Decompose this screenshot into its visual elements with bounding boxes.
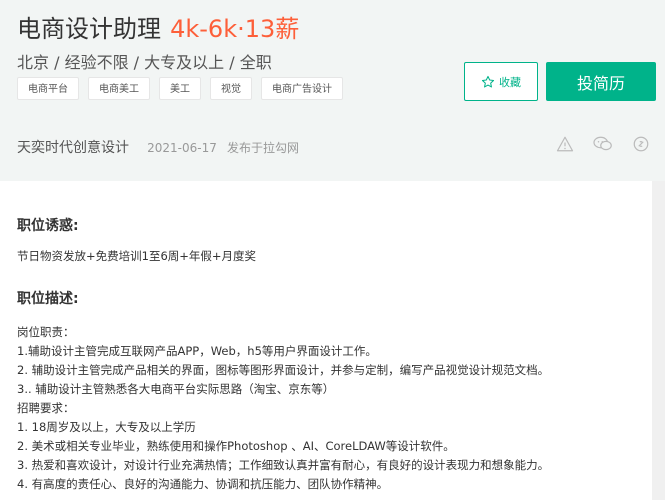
wechat-icon[interactable]	[592, 135, 614, 153]
job-tag[interactable]: 电商广告设计	[261, 77, 343, 100]
collect-label: 收藏	[499, 75, 521, 89]
benefits-heading: 职位诱惑:	[17, 218, 79, 234]
warning-icon[interactable]	[556, 135, 574, 153]
description-line: 4. 有高度的责任心、良好的沟通能力、协调和抗压能力、团队协作精神。	[17, 477, 389, 491]
publish-source: 发布于拉勾网	[227, 141, 300, 155]
description-line: 3. 热爱和喜欢设计，对设计行业充满热情；工作细致认真并富有耐心，有良好的设计表…	[17, 458, 550, 472]
job-tag[interactable]: 视觉	[210, 77, 252, 100]
link-icon[interactable]	[632, 135, 650, 153]
publish-date: 2021-06-17	[147, 141, 217, 155]
title-row: 电商设计助理 4k-6k·13薪	[17, 9, 299, 44]
job-salary: 4k-6k·13薪	[170, 15, 300, 43]
job-title: 电商设计助理	[17, 15, 161, 43]
description-line: 1.辅助设计主管完成互联网产品APP，Web，h5等用户界面设计工作。	[17, 344, 377, 358]
job-tag[interactable]: 电商平台	[17, 77, 79, 100]
description-line: 2. 辅助设计主管完成产品相关的界面，图标等图形界面设计，并参与定制，编写产品视…	[17, 363, 550, 377]
description-line: 招聘要求：	[17, 401, 75, 415]
share-icons	[556, 135, 650, 153]
star-icon	[481, 75, 495, 87]
job-tag[interactable]: 美工	[159, 77, 201, 100]
job-header: 电商设计助理 4k-6k·13薪 北京 / 经验不限 / 大专及以上 / 全职 …	[0, 0, 665, 181]
description-heading: 职位描述:	[17, 291, 79, 307]
description-line: 1. 18周岁及以上，大专及以上学历	[17, 420, 196, 434]
description-line: 3.. 辅助设计主管熟悉各大电商平台实际思路（淘宝、京东等）	[17, 382, 335, 396]
job-requirements: 北京 / 经验不限 / 大专及以上 / 全职	[17, 53, 272, 72]
description-line: 2. 美术或相关专业毕业，熟练使用和操作Photoshop 、AI、CoreLD…	[17, 439, 455, 453]
apply-button[interactable]: 投简历	[546, 62, 656, 101]
job-detail: 职位诱惑: 节日物资发放+免费培训1至6周+年假+月度奖 职位描述: 岗位职责：…	[0, 181, 652, 500]
company-row: 天奕时代创意设计 2021-06-17 发布于拉勾网	[17, 137, 299, 157]
job-tags: 电商平台 电商美工 美工 视觉 电商广告设计	[17, 77, 343, 100]
company-name[interactable]: 天奕时代创意设计	[17, 140, 129, 156]
benefits-text: 节日物资发放+免费培训1至6周+年假+月度奖	[17, 249, 257, 263]
collect-button[interactable]: 收藏	[464, 62, 538, 101]
job-tag[interactable]: 电商美工	[88, 77, 150, 100]
description-line: 岗位职责：	[17, 325, 75, 339]
scrollbar[interactable]	[652, 181, 665, 500]
